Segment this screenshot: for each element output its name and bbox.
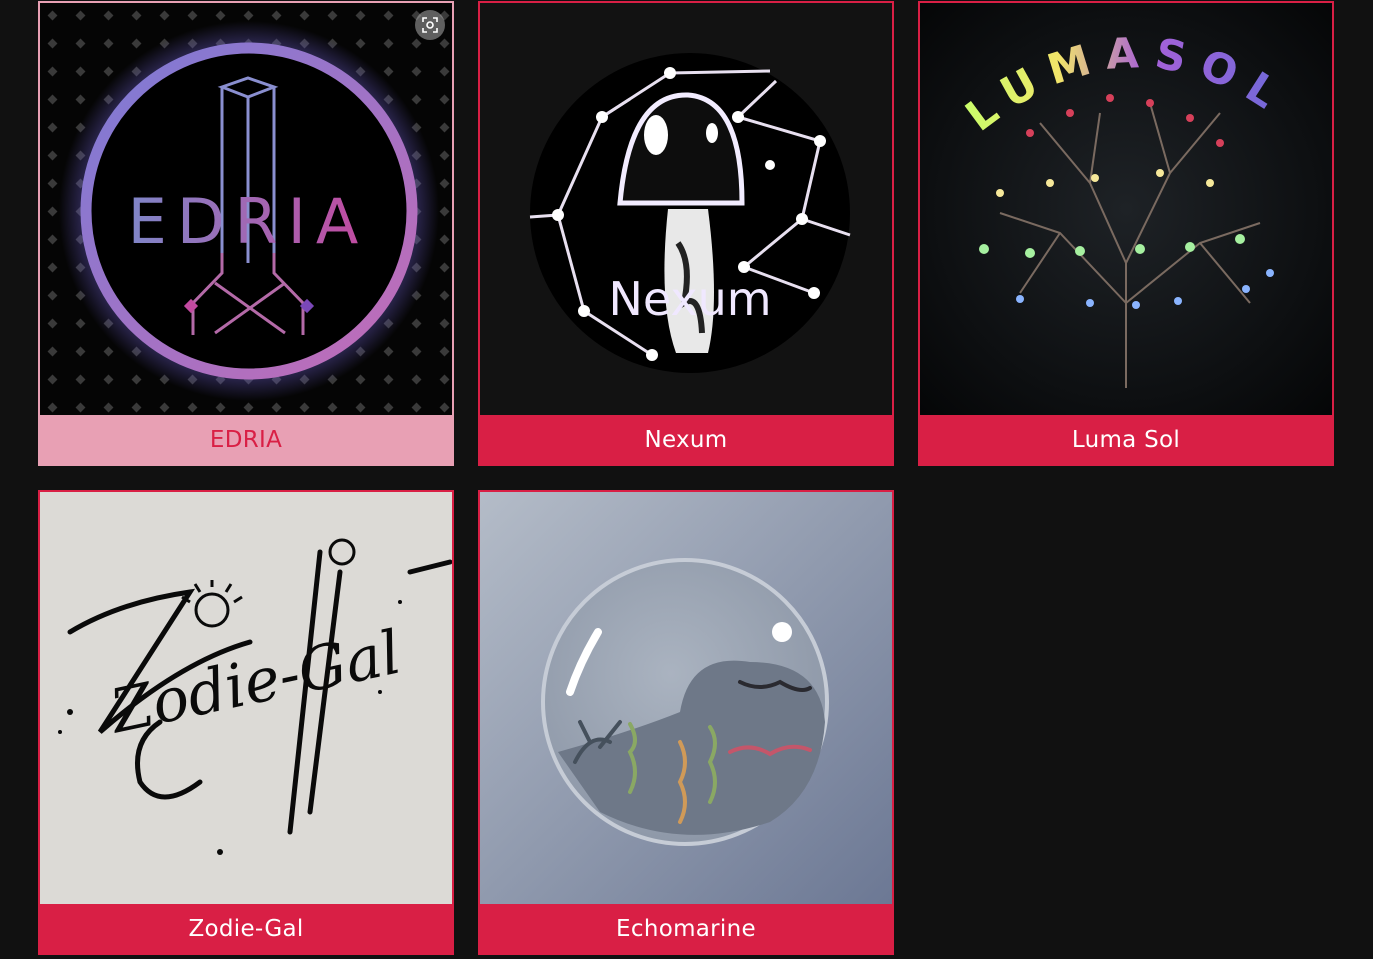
project-title: Echomarine — [616, 915, 756, 942]
project-title: Luma Sol — [1071, 426, 1181, 453]
nexum-logo-text: Nexum — [608, 272, 771, 326]
project-card-edria[interactable]: EDRIA EDRIA — [38, 1, 454, 466]
zodie-gal-thumbnail: Zodie-Gal — [40, 492, 452, 904]
project-card-luma-sol[interactable]: LUMASOL Luma Sol — [918, 1, 1334, 466]
project-title: Zodie-Gal — [188, 915, 304, 942]
project-card-nexum[interactable]: Nexum Nexum — [478, 1, 894, 466]
project-title: Nexum — [644, 426, 728, 453]
edria-logo-text: EDRIA — [128, 185, 369, 258]
expand-button[interactable] — [415, 10, 445, 40]
nexum-thumbnail: Nexum — [480, 3, 892, 415]
edria-thumbnail: EDRIA — [40, 3, 452, 415]
luma-sol-thumbnail: LUMASOL — [920, 3, 1332, 415]
echomarine-thumbnail — [480, 492, 892, 904]
project-card-echomarine[interactable]: Echomarine — [478, 490, 894, 955]
project-card-zodie-gal[interactable]: Zodie-Gal Zodie-Gal — [38, 490, 454, 955]
project-gallery: EDRIA EDRIA Nexum Nexum LUMASOL Luma Sol… — [0, 0, 1373, 959]
project-title: EDRIA — [209, 426, 283, 453]
expand-icon — [421, 16, 439, 34]
